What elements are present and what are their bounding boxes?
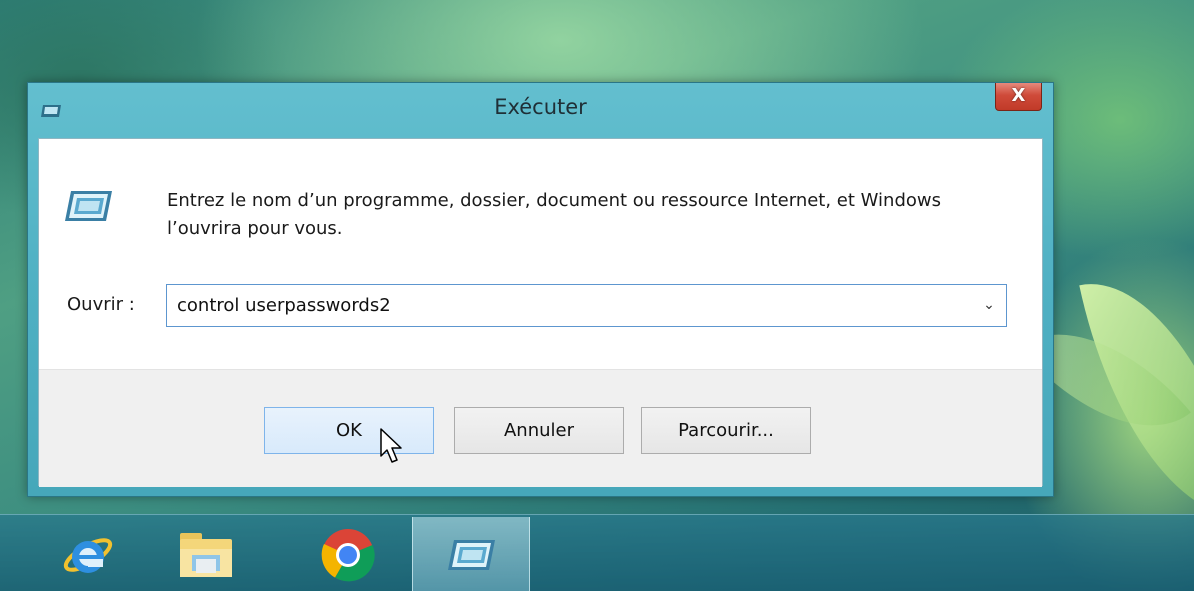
run-dialog-window: Exécuter X Entrez le nom d’un programme,… (27, 82, 1054, 497)
browse-button[interactable]: Parcourir... (641, 407, 811, 454)
dialog-client-area: Entrez le nom d’un programme, dossier, d… (38, 138, 1043, 487)
dialog-description: Entrez le nom d’un programme, dossier, d… (167, 190, 941, 239)
desktop-wallpaper: Exécuter X Entrez le nom d’un programme,… (0, 0, 1194, 591)
close-button[interactable]: X (995, 83, 1042, 111)
file-explorer-icon (180, 532, 232, 577)
taskbar-item-file-explorer[interactable] (148, 517, 264, 591)
taskbar-item-run[interactable] (412, 517, 530, 591)
taskbar-item-internet-explorer[interactable] (30, 517, 146, 591)
dialog-button-bar: OK Annuler Parcourir... (39, 369, 1042, 487)
command-input[interactable] (177, 292, 967, 318)
internet-explorer-icon (63, 537, 113, 573)
run-icon (448, 539, 495, 570)
ok-button[interactable]: OK (264, 407, 434, 454)
mouse-cursor-icon (380, 428, 402, 463)
chevron-down-icon[interactable]: ⌄ (978, 294, 1000, 316)
command-combobox[interactable]: ⌄ (166, 284, 1007, 327)
taskbar (0, 514, 1194, 591)
run-program-icon (65, 191, 112, 221)
chrome-icon (321, 528, 375, 581)
window-title: Exécuter (494, 95, 587, 119)
cancel-button[interactable]: Annuler (454, 407, 624, 454)
taskbar-item-chrome[interactable] (290, 517, 406, 591)
open-label: Ouvrir : (67, 294, 135, 315)
